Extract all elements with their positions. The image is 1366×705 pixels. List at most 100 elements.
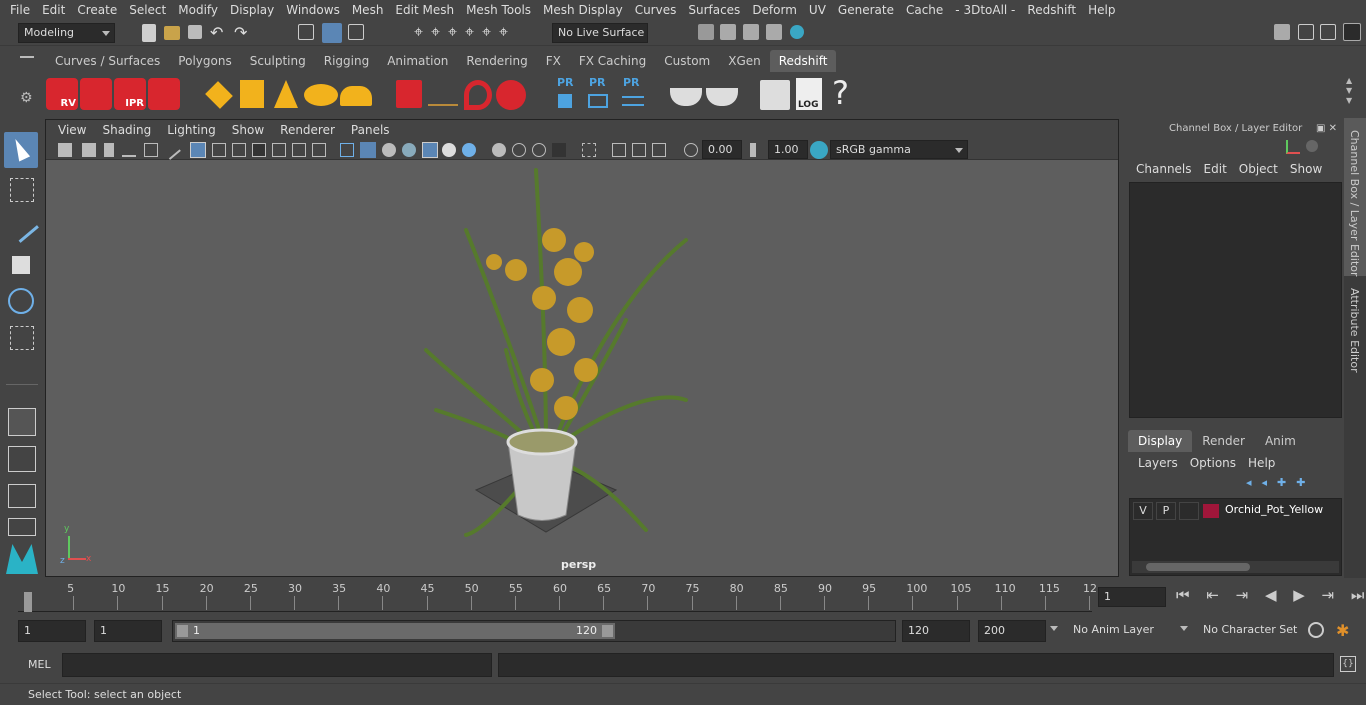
shelf-tab-fx[interactable]: FX [537,50,570,72]
redshift-render-view-icon[interactable]: RV [46,78,78,110]
redshift-sun-sky-icon[interactable] [340,86,372,106]
layer-action-icons[interactable]: ◂◂✚✚ [1246,476,1315,489]
menu-select[interactable]: Select [123,3,172,17]
select-hierarchy-icon[interactable] [298,24,314,40]
save-scene-icon[interactable] [188,25,202,39]
menu-windows[interactable]: Windows [280,3,346,17]
animation-start-field[interactable]: 1 [18,620,86,642]
log-file-icon[interactable]: LOG [796,78,822,110]
shelf-tab-fx-caching[interactable]: FX Caching [570,50,655,72]
bake-icon-2[interactable] [706,88,738,106]
menu-uv[interactable]: UV [803,3,832,17]
script-editor-button-icon[interactable]: {} [1340,656,1356,672]
use-all-lights-icon[interactable] [442,143,456,157]
2d-pan-zoom-icon[interactable] [144,143,158,157]
menu-mesh-tools[interactable]: Mesh Tools [460,3,537,17]
viewport-menu-view[interactable]: View [50,123,94,137]
redshift-hair-icon[interactable] [428,88,458,106]
layer-menu-layers[interactable]: Layers [1132,456,1184,470]
screen-space-ao-icon[interactable] [492,143,506,157]
ipr-render-icon[interactable] [743,24,759,40]
playback-controls[interactable]: ⏮ ⇤ ⇥ ◀ ▶ ⇥ ⏭ ⏭ [1176,586,1366,604]
textured-icon[interactable] [422,142,438,158]
render-view-icon[interactable] [766,24,782,40]
current-frame-field[interactable]: 1 [1098,587,1166,607]
menu-create[interactable]: Create [71,3,123,17]
menu-modify[interactable]: Modify [172,3,224,17]
playback-end-field[interactable]: 120 [902,620,970,642]
smooth-shade-icon[interactable] [360,142,376,158]
redshift-batch-render-icon[interactable] [80,78,112,110]
menu-cache[interactable]: Cache [900,3,949,17]
panel-float-close-icon[interactable]: ▣ ✕ [1316,123,1337,134]
channel-box-menu-show[interactable]: Show [1284,162,1328,176]
redshift-spot-light-icon[interactable] [274,80,298,108]
multisample-aa-icon[interactable] [532,143,546,157]
wireframe-icon[interactable] [340,143,354,157]
live-surface-field[interactable]: No Live Surface [552,23,648,43]
viewport-menu-panels[interactable]: Panels [343,123,398,137]
move-tool-icon[interactable] [12,256,30,274]
select-camera-icon[interactable] [58,143,72,157]
grid-icon[interactable] [190,142,206,158]
layer-name[interactable]: Orchid_Pot_Yellow [1225,503,1323,516]
channel-speed-icon[interactable] [1306,140,1318,152]
layer-row[interactable]: V P Orchid_Pot_Yellow [1133,502,1339,520]
shelf-tab-polygons[interactable]: Polygons [169,50,240,72]
new-scene-icon[interactable] [142,24,156,42]
current-time-indicator[interactable] [24,592,32,612]
menu-redshift[interactable]: Redshift [1021,3,1082,17]
channel-box-menu-channels[interactable]: Channels [1130,162,1198,176]
menu-surfaces[interactable]: Surfaces [682,3,746,17]
redo-icon[interactable]: ↷ [234,23,247,42]
shelf-menu-icon[interactable] [20,56,34,58]
scale-tool-icon[interactable] [10,326,34,350]
field-chart-icon[interactable] [272,143,286,157]
shelf-tab-curves-surfaces[interactable]: Curves / Surfaces [46,50,169,72]
gate-mask-icon[interactable] [252,143,266,157]
animation-end-field[interactable]: 200 [978,620,1046,642]
isolate-select-icon[interactable] [582,143,596,157]
safe-action-icon[interactable] [292,143,306,157]
redshift-ipr-icon[interactable]: IPR [114,78,146,110]
image-plane-icon[interactable] [122,143,136,157]
four-view-layout-icon[interactable] [8,446,36,472]
gamma-field[interactable]: 1.00 [768,140,808,159]
film-gate-icon[interactable] [212,143,226,157]
hypershade-icon[interactable] [790,25,804,39]
menu-display[interactable]: Display [224,3,280,17]
redshift-material-ball-icon[interactable] [496,80,526,110]
help-icon[interactable]: ? [832,74,849,112]
render-frame-icon[interactable] [720,24,736,40]
redshift-proxy-icon[interactable] [396,80,422,108]
viewport-menu-renderer[interactable]: Renderer [272,123,343,137]
tab-channel-box[interactable]: Channel Box / Layer Editor [1344,118,1366,277]
resolution-gate-icon[interactable] [232,143,246,157]
default-material-icon[interactable] [382,143,396,157]
layer-tab-display[interactable]: Display [1128,430,1193,452]
range-slider[interactable]: 1 120 [172,620,896,642]
character-set-dropdown[interactable]: No Character Set [1180,621,1300,641]
menu-edit-mesh[interactable]: Edit Mesh [389,3,460,17]
menu-edit[interactable]: Edit [36,3,71,17]
toggle-attribute-editor-icon[interactable] [1298,24,1314,40]
tab-attribute-editor[interactable]: Attribute Editor [1344,278,1366,378]
menu-mesh[interactable]: Mesh [346,3,390,17]
layer-tab-render[interactable]: Render [1192,430,1255,452]
layer-list-scrollbar[interactable] [1132,561,1339,573]
shelf-tab-sculpting[interactable]: Sculpting [241,50,315,72]
xray-icon[interactable] [612,143,626,157]
camera-attributes-icon[interactable] [82,143,96,157]
open-scene-icon[interactable] [164,26,180,40]
bake-icon-1[interactable] [670,88,702,106]
redshift-area-light-icon[interactable] [240,80,264,108]
layer-display-type-toggle[interactable] [1179,502,1199,520]
lasso-tool-icon[interactable] [10,178,34,202]
playback-start-field[interactable]: 1 [94,620,162,642]
persp-outliner-layout-icon[interactable] [8,484,36,508]
layer-color-swatch[interactable] [1203,504,1219,518]
redshift-render-settings-icon[interactable] [148,78,180,110]
select-component-icon[interactable] [348,24,364,40]
gamma-icon[interactable] [750,143,764,157]
snap-icons[interactable]: ⌖⌖⌖⌖⌖⌖ [414,22,516,42]
